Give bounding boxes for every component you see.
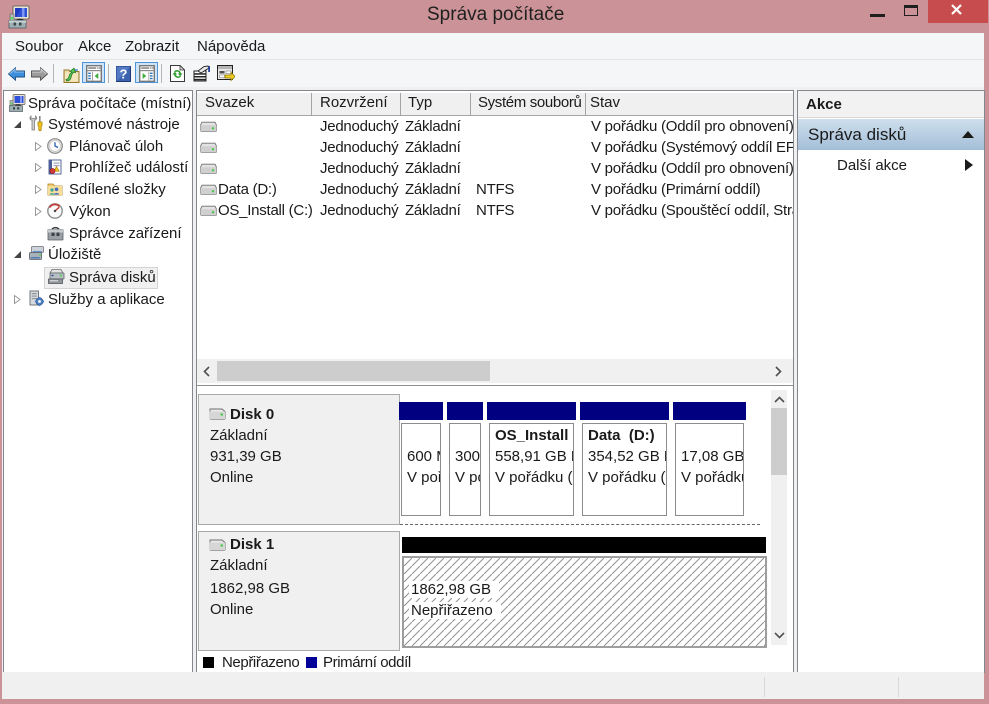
svg-text:?: ? bbox=[120, 67, 128, 82]
